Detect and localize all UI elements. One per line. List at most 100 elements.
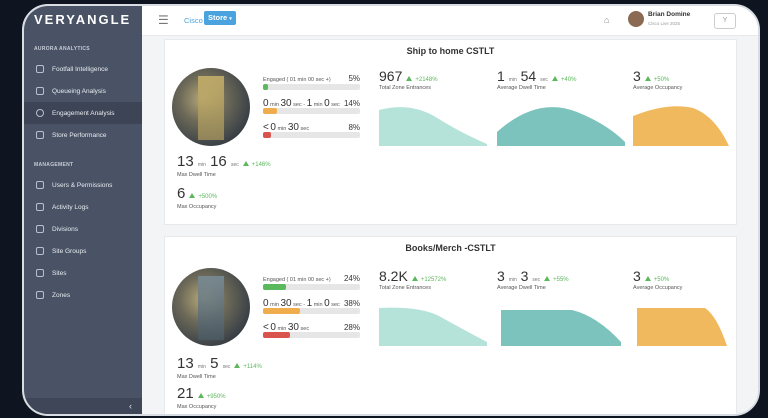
stat-label: Max Dwell Time xyxy=(177,172,216,178)
mid-range-percent: 38% xyxy=(343,299,360,308)
sparkline-area xyxy=(637,308,727,346)
user-name[interactable]: Brian Domine xyxy=(648,11,690,18)
tile-value: 1 xyxy=(497,68,505,84)
store-selector[interactable]: Store ▾ xyxy=(204,11,236,25)
engaged-bar-fill xyxy=(263,284,287,290)
tile-label: Total Zone Entrances xyxy=(379,285,431,291)
max-dwell-stat: 13 min 16 sec +146% Max Dwell Time xyxy=(177,153,271,178)
max-occupancy-value: 21 xyxy=(177,385,194,402)
engagement-icon xyxy=(36,109,44,117)
tile-value: 3 xyxy=(633,68,641,84)
list-icon xyxy=(36,203,44,211)
unit-label: min xyxy=(508,277,517,283)
org-name: Cisco xyxy=(184,16,203,25)
home-icon[interactable]: ⌂ xyxy=(604,15,609,25)
sparkline-area xyxy=(497,107,625,146)
tile-label: Average Dwell Time xyxy=(497,85,546,91)
brand-logo: VERYANGLE xyxy=(34,12,132,27)
user-menu-button[interactable]: Y xyxy=(714,13,736,29)
sidebar-item-label: Activity Logs xyxy=(52,203,89,211)
tile-label: Total Zone Entrances xyxy=(379,85,431,91)
sparkline-area xyxy=(633,106,729,146)
sidebar-item-zones[interactable]: Zones xyxy=(24,284,142,306)
main-content: Ship to home CSTLT Engaged ( 01 min 00 s… xyxy=(142,36,758,414)
sidebar-item-footfall[interactable]: Footfall Intelligence xyxy=(24,58,142,80)
unit-label: sec xyxy=(540,77,548,83)
zones-icon xyxy=(36,291,44,299)
tile-value: 3 xyxy=(520,268,529,284)
sidebar-item-label: Zones xyxy=(52,291,71,299)
trend-up-icon xyxy=(411,276,418,281)
tile-label: Average Occupancy xyxy=(633,85,683,91)
mid-range-bar-fill xyxy=(263,308,300,314)
change-value: +50% xyxy=(653,77,670,83)
unit-label: sec xyxy=(230,162,239,168)
short-range-bar-fill xyxy=(263,332,291,338)
change-value: +500% xyxy=(198,194,218,200)
trend-up-icon xyxy=(644,276,651,281)
tile-value: 54 xyxy=(520,68,537,84)
grid-icon xyxy=(36,247,44,255)
tile-value: 3 xyxy=(633,268,641,284)
sparkline-area xyxy=(379,107,487,146)
sidebar-item-activity-logs[interactable]: Activity Logs xyxy=(24,196,142,218)
max-dwell-minutes: 13 xyxy=(177,355,194,372)
users-icon xyxy=(36,181,44,189)
mid-range-bar xyxy=(263,108,360,114)
trend-up-icon xyxy=(644,76,651,81)
sidebar-item-users[interactable]: Users & Permissions xyxy=(24,174,142,196)
mid-range-percent: 14% xyxy=(343,99,360,108)
engaged-percent: 24% xyxy=(343,274,360,283)
zone-photo xyxy=(172,68,250,146)
change-value: +114% xyxy=(243,364,262,370)
max-occupancy-stat: 21 +950% Max Occupancy xyxy=(177,385,226,410)
stat-label: Max Dwell Time xyxy=(177,374,216,380)
sidebar: VERYANGLE AURORA ANALYTICS Footfall Inte… xyxy=(24,6,142,414)
sparkline-area xyxy=(501,310,621,346)
store-icon xyxy=(36,131,44,139)
tile-value: 967 xyxy=(379,68,403,84)
max-occupancy-stat: 6 +500% Max Occupancy xyxy=(177,185,217,210)
sidebar-item-label: Footfall Intelligence xyxy=(52,65,109,73)
engaged-label: Engaged ( 01 min 00 sec +) xyxy=(263,77,331,83)
store-label: Store xyxy=(208,13,228,22)
sidebar-item-label: Divisions xyxy=(52,225,79,233)
chevron-down-icon: ▾ xyxy=(229,16,232,22)
engaged-percent: 5% xyxy=(348,74,360,83)
unit-label: min xyxy=(197,364,206,370)
footfall-icon xyxy=(36,65,44,73)
sidebar-item-site-groups[interactable]: Site Groups xyxy=(24,240,142,262)
trend-up-icon xyxy=(189,193,196,198)
chart-icon xyxy=(36,225,44,233)
collapse-sidebar-button[interactable]: ‹ xyxy=(24,398,142,414)
avatar[interactable] xyxy=(628,11,644,27)
queue-icon xyxy=(36,87,44,95)
building-icon xyxy=(36,269,44,277)
max-dwell-minutes: 13 xyxy=(177,153,194,170)
max-dwell-seconds: 16 xyxy=(210,153,227,170)
max-dwell-stat: 13 min 5 sec +114% Max Dwell Time xyxy=(177,355,262,380)
change-value: +40% xyxy=(560,77,577,83)
engaged-bar xyxy=(263,284,360,290)
user-subtitle: Cisco Live 2025 xyxy=(648,21,681,26)
tile-avg-occupancy: 3 +50% Average Occupancy xyxy=(633,268,729,346)
sidebar-item-sites[interactable]: Sites xyxy=(24,262,142,284)
engaged-bar-fill xyxy=(263,84,268,90)
change-value: +50% xyxy=(653,277,670,283)
tile-avg-dwell: 1 min 54 sec +40% Average Dwell Time xyxy=(497,68,625,146)
sidebar-item-queueing[interactable]: Queueing Analysis xyxy=(24,80,142,102)
sidebar-item-label: Queueing Analysis xyxy=(52,87,106,95)
mid-range-bar xyxy=(263,308,360,314)
change-value: +2148% xyxy=(415,77,438,83)
menu-icon[interactable]: ☰ xyxy=(158,13,169,27)
tile-value: 3 xyxy=(497,268,505,284)
trend-up-icon xyxy=(406,76,413,81)
short-range-percent: 8% xyxy=(348,123,360,132)
topbar: ☰ Cisco Store ▾ ⌂ Brian Domine Cisco Liv… xyxy=(142,6,758,36)
change-value: +950% xyxy=(206,394,226,400)
short-range-percent: 28% xyxy=(343,323,360,332)
sidebar-item-store-performance[interactable]: Store Performance xyxy=(24,124,142,146)
engagement-breakdown: Engaged ( 01 min 00 sec +) 24% 0 min 30 s… xyxy=(263,274,360,346)
sidebar-item-engagement[interactable]: Engagement Analysis xyxy=(24,102,142,124)
sidebar-item-divisions[interactable]: Divisions xyxy=(24,218,142,240)
